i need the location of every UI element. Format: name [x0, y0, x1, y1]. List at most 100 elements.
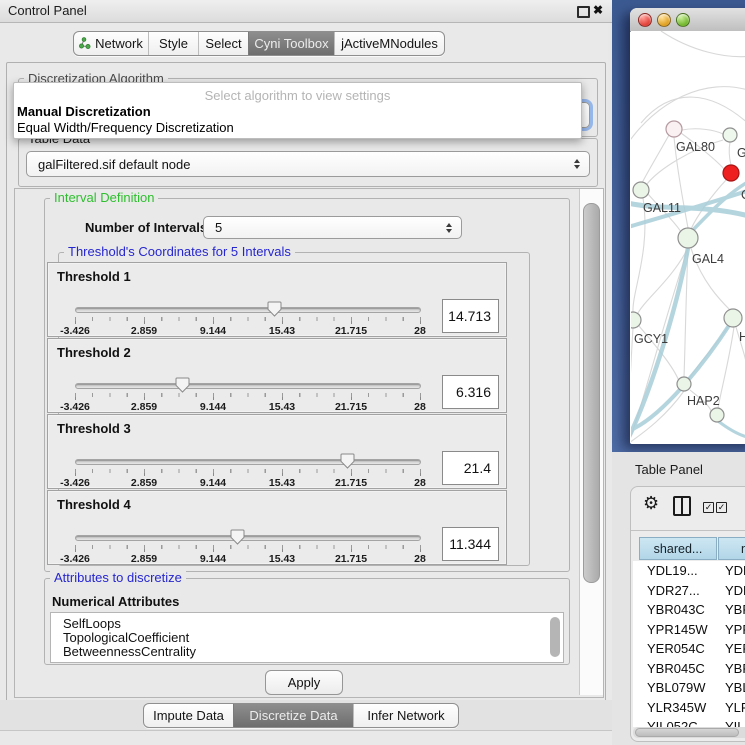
- interval-definition-title: Interval Definition: [50, 191, 158, 204]
- node-bottom-partial[interactable]: [710, 408, 724, 422]
- network-canvas[interactable]: GAL80 GA C GAL11 GAL4 GCY1 H HAP2: [631, 31, 745, 443]
- tick-label: 28: [414, 553, 426, 565]
- tick-label: 9.144: [200, 477, 226, 489]
- number-of-intervals-value: 5: [215, 220, 222, 235]
- vertical-scrollbar[interactable]: [579, 189, 603, 695]
- table-panel: ⚙ ✓ ✓ shared... na YDL19...YDL1 YDR27...…: [630, 486, 745, 742]
- tab-select[interactable]: Select: [198, 32, 248, 55]
- table-row[interactable]: YDR27...YDR2: [633, 581, 745, 601]
- node-red-selected[interactable]: [723, 165, 739, 181]
- node-gcy1[interactable]: [631, 312, 641, 328]
- zoom-traffic-light[interactable]: [676, 13, 690, 27]
- tab-jactivemnodules[interactable]: jActiveMNodules: [334, 32, 444, 55]
- split-table-icon[interactable]: [673, 496, 691, 516]
- tick-label: -3.426: [60, 325, 90, 337]
- gear-icon[interactable]: ⚙: [643, 493, 659, 514]
- node-label-c: C: [741, 188, 745, 202]
- threshold-3-value-field[interactable]: 21.4: [442, 451, 499, 485]
- table-row[interactable]: YLR345WYLR3: [633, 698, 745, 718]
- checkbox-icon[interactable]: ✓: [716, 502, 727, 513]
- table-row[interactable]: YER054CYER0: [633, 639, 745, 659]
- dropdown-option-manual[interactable]: Manual Discretization: [17, 104, 151, 119]
- table-row[interactable]: YBR043CYBR0: [633, 600, 745, 620]
- tab-style[interactable]: Style: [148, 32, 198, 55]
- threshold-4-value-field[interactable]: 11.344: [442, 527, 499, 561]
- control-panel-titlebar: Control Panel ✖: [0, 0, 612, 23]
- dropdown-option-equal-width[interactable]: Equal Width/Frequency Discretization: [17, 120, 234, 135]
- node-gal4[interactable]: [678, 228, 698, 248]
- dropdown-hint: Select algorithm to view settings: [14, 88, 581, 103]
- attributes-group-title: Attributes to discretize: [50, 571, 186, 584]
- threshold-2-slider-track[interactable]: [75, 383, 421, 389]
- checkbox-icon[interactable]: ✓: [703, 502, 714, 513]
- threshold-1-value-field[interactable]: 14.713: [442, 299, 499, 333]
- close-icon[interactable]: ✖: [593, 3, 603, 17]
- close-traffic-light[interactable]: [638, 13, 652, 27]
- threshold-4-label: Threshold 4: [57, 497, 131, 512]
- threshold-3-label: Threshold 3: [57, 421, 131, 436]
- numerical-attributes-label: Numerical Attributes: [52, 594, 179, 609]
- cell-name: YDL1: [723, 563, 745, 578]
- table-data-selected: galFiltered.sif default node: [38, 157, 190, 172]
- network-view-window[interactable]: GAL80 GA C GAL11 GAL4 GCY1 H HAP2: [630, 8, 745, 444]
- tick-label: 21.715: [335, 325, 367, 337]
- number-of-intervals-combobox[interactable]: 5: [203, 216, 462, 239]
- node-label-hap2: HAP2: [687, 394, 720, 408]
- bottom-tab-bar: Impute Data Discretize Data Infer Networ…: [143, 703, 459, 728]
- node-table[interactable]: YDL19...YDL1 YDR27...YDR2 YBR043CYBR0 YP…: [633, 561, 745, 727]
- threshold-1-slider-track[interactable]: [75, 307, 421, 313]
- tab-network-label: Network: [95, 36, 143, 51]
- list-item[interactable]: BetweennessCentrality: [51, 645, 563, 659]
- cell-shared-name: YBR045C: [633, 661, 723, 676]
- tab-infer-network[interactable]: Infer Network: [353, 704, 458, 727]
- column-header-shared-name[interactable]: shared...: [639, 537, 717, 560]
- tick-label: 21.715: [335, 477, 367, 489]
- list-item[interactable]: TopologicalCoefficient: [51, 631, 563, 645]
- tab-network[interactable]: Network: [74, 32, 148, 55]
- tick-label: 9.144: [200, 401, 226, 413]
- network-window-titlebar[interactable]: [630, 8, 745, 32]
- node-h[interactable]: [724, 309, 742, 327]
- table-row[interactable]: YBR045CYBR0: [633, 659, 745, 679]
- node-hap2[interactable]: [677, 377, 691, 391]
- threshold-3-slider-thumb[interactable]: [340, 453, 355, 469]
- threshold-4-slider-track[interactable]: [75, 535, 421, 541]
- tick-label: 15.43: [269, 477, 295, 489]
- table-data-combobox[interactable]: galFiltered.sif default node: [26, 151, 590, 177]
- threshold-2-slider-thumb[interactable]: [175, 377, 190, 393]
- minimize-traffic-light[interactable]: [657, 13, 671, 27]
- node-gal11[interactable]: [633, 182, 649, 198]
- algorithm-dropdown-popup: Select algorithm to view settings Manual…: [13, 82, 582, 139]
- apply-button[interactable]: Apply: [265, 670, 343, 695]
- vertical-scrollbar-thumb[interactable]: [583, 203, 600, 583]
- numerical-attributes-list[interactable]: SelfLoops TopologicalCoefficient Between…: [50, 612, 564, 663]
- node-label-gal11: GAL11: [643, 201, 681, 215]
- table-row[interactable]: YBL079WYBL0: [633, 678, 745, 698]
- cell-name: YER0: [723, 641, 745, 656]
- list-scrollbar-thumb[interactable]: [550, 617, 560, 657]
- float-window-icon[interactable]: [577, 6, 590, 18]
- horizontal-scrollbar[interactable]: [633, 727, 745, 738]
- toolbar-divider: [631, 530, 745, 531]
- number-of-intervals-label: Number of Intervals: [85, 220, 207, 235]
- table-row[interactable]: YPR145WYPR1: [633, 620, 745, 640]
- tab-impute-data[interactable]: Impute Data: [144, 704, 233, 727]
- horizontal-scrollbar-thumb[interactable]: [635, 728, 739, 737]
- node-gal80[interactable]: [666, 121, 682, 137]
- thresholds-group-title: Threshold's Coordinates for 5 Intervals: [64, 245, 295, 258]
- tick-label: 2.859: [131, 401, 157, 413]
- threshold-2-value-field[interactable]: 6.316: [442, 375, 499, 409]
- table-row[interactable]: YDL19...YDL1: [633, 561, 745, 581]
- tab-discretize-data-label: Discretize Data: [249, 708, 337, 723]
- threshold-4-slider-thumb[interactable]: [230, 529, 245, 545]
- node-label-gal80: GAL80: [676, 140, 715, 154]
- threshold-3-slider-track[interactable]: [75, 459, 421, 465]
- node-top-right[interactable]: [723, 128, 737, 142]
- threshold-1-slider-thumb[interactable]: [267, 301, 282, 317]
- list-item[interactable]: SelfLoops: [51, 617, 563, 631]
- desktop-background: GAL80 GA C GAL11 GAL4 GCY1 H HAP2: [612, 0, 745, 452]
- table-row[interactable]: YIL052CYIL0: [633, 717, 745, 727]
- tab-cyni-toolbox[interactable]: Cyni Toolbox: [248, 32, 334, 55]
- column-header-name[interactable]: na: [718, 537, 745, 560]
- tab-discretize-data[interactable]: Discretize Data: [233, 704, 353, 727]
